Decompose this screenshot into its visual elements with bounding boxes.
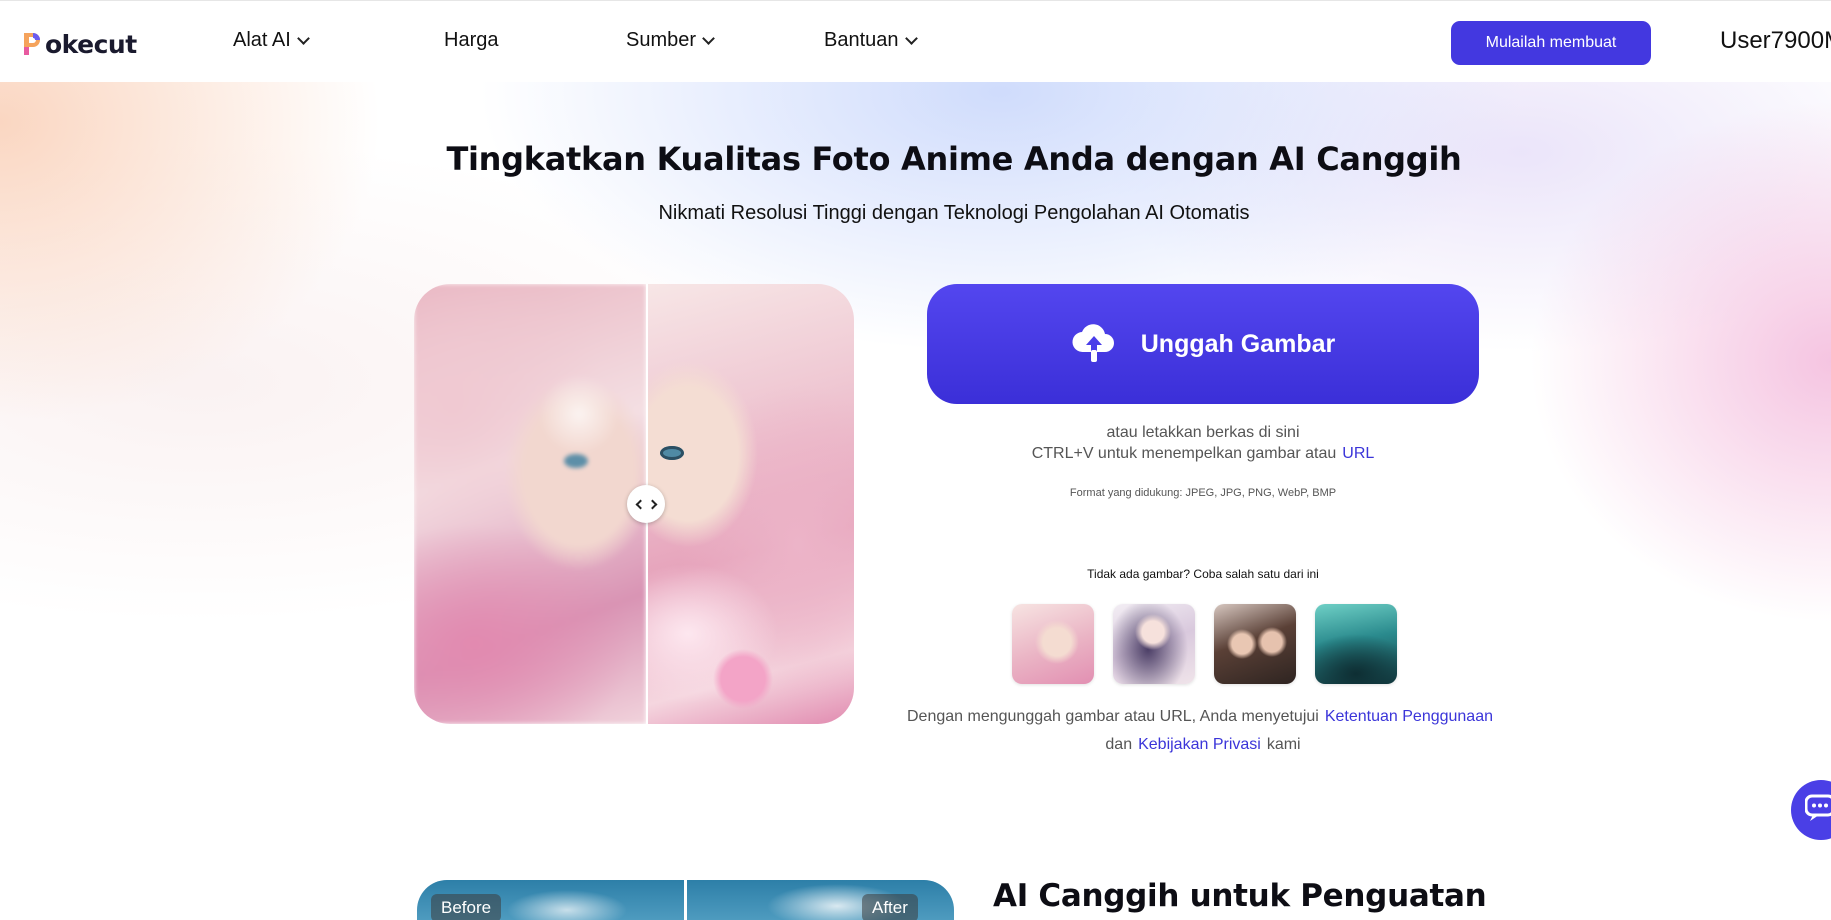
user-account-name[interactable]: User7900M [1720,27,1831,55]
sample-images [1012,604,1397,684]
sample-image[interactable] [1315,604,1397,684]
terms-prefix: Dengan mengunggah gambar atau URL, Anda … [907,708,1319,725]
upload-button-label: Unggah Gambar [1140,329,1336,358]
chevron-left-icon [635,499,645,509]
chevron-right-icon [647,499,657,509]
feature-title: AI Canggih untuk Penguatan [993,878,1487,914]
paste-hint-row: CTRL+V untuk menempelkan gambar atau URL [927,445,1479,463]
nav-harga[interactable]: Harga [444,29,498,52]
compare-divider [684,880,687,920]
paste-hint: CTRL+V untuk menempelkan gambar atau [1031,445,1337,462]
terms-line-2: dan Kebijakan Privasi kami [900,736,1506,754]
supported-formats: Format yang didukung: JPEG, JPG, PNG, We… [1069,487,1337,499]
upload-image-button[interactable]: Unggah Gambar [927,284,1479,404]
chevron-down-icon [296,31,310,45]
nav-sumber[interactable]: Sumber [626,29,715,52]
terms-suffix: kami [1266,736,1301,753]
top-navbar: okecut Alat AI Harga Sumber Bantuan Mula… [0,0,1831,82]
chevron-down-icon [904,31,918,45]
nav-bantuan[interactable]: Bantuan [824,29,918,52]
terms-and: dan [1105,736,1133,753]
drop-hint: atau letakkan berkas di sini [1106,424,1300,441]
start-creating-button[interactable]: Mulailah membuat [1451,21,1651,65]
left-right-arrows-icon[interactable] [627,485,665,523]
logo-icon [21,31,43,57]
before-after-compare[interactable] [414,284,854,724]
logo-text: okecut [45,29,137,59]
sample-image[interactable] [1214,604,1296,684]
sample-image[interactable] [1012,604,1094,684]
eye-shape [660,446,684,460]
after-image [648,284,854,724]
nav-label: Alat AI [233,29,291,51]
before-tag: Before [431,894,502,920]
logo[interactable]: okecut [21,28,137,60]
nav-label: Bantuan [824,29,899,51]
hero-subtitle: Nikmati Resolusi Tinggi dengan Teknologi… [658,202,1250,224]
feature-compare-image: Before After [417,880,954,920]
hero-title: Tingkatkan Kualitas Foto Anime Anda deng… [446,140,1462,178]
cloud-upload-icon [1071,320,1117,369]
nav-alat-ai[interactable]: Alat AI [233,29,310,52]
terms-line-1: Dengan mengunggah gambar atau URL, Anda … [900,708,1506,726]
hero-section: Tingkatkan Kualitas Foto Anime Anda deng… [0,82,1831,842]
sample-image[interactable] [1113,604,1195,684]
chat-bubble-icon [1804,794,1831,827]
privacy-policy-link[interactable]: Kebijakan Privasi [1138,736,1261,753]
before-image [414,284,646,724]
after-tag: After [862,894,918,920]
nav-label: Sumber [626,29,697,51]
nav-label: Harga [444,29,499,51]
chevron-down-icon [702,31,715,45]
terms-of-use-link[interactable]: Ketentuan Penggunaan [1325,708,1493,725]
sample-prompt: Tidak ada gambar? Coba salah satu dari i… [1087,567,1319,581]
eye-shape [564,454,588,468]
url-link[interactable]: URL [1342,445,1374,462]
